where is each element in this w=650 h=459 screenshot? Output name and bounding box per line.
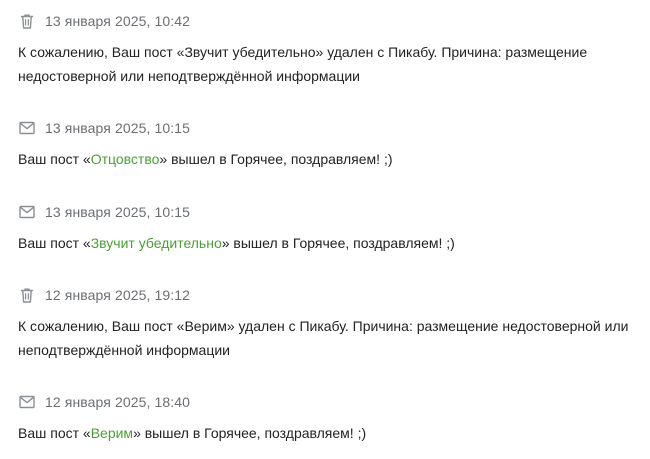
notification-header: 13 января 2025, 10:15 xyxy=(18,201,190,223)
notification-header: 12 января 2025, 19:12 xyxy=(18,284,190,306)
trash-icon xyxy=(18,286,36,304)
notification-item: 13 января 2025, 10:15 Ваш пост «Звучит у… xyxy=(0,201,650,261)
post-link[interactable]: Верим xyxy=(91,425,133,441)
notification-text-prefix: Ваш пост « xyxy=(18,425,91,441)
post-link[interactable]: Звучит убедительно xyxy=(91,235,222,251)
notification-text-prefix: Ваш пост « xyxy=(18,151,91,167)
notification-date: 12 января 2025, 18:40 xyxy=(45,394,190,410)
notification-header: 13 января 2025, 10:42 xyxy=(18,10,190,32)
mail-icon xyxy=(18,119,36,137)
notification-text: К сожалению, Ваш пост «Верим» удален с П… xyxy=(18,318,629,358)
notifications-feed: 13 января 2025, 10:42 К сожалению, Ваш п… xyxy=(0,0,650,459)
notification-text: Ваш пост «Звучит убедительно» вышел в Го… xyxy=(18,231,633,255)
trash-icon xyxy=(18,12,36,30)
notification-text: К сожалению, Ваш пост «Звучит убедительн… xyxy=(18,44,588,84)
post-link[interactable]: Отцовство xyxy=(91,151,160,167)
mail-icon xyxy=(18,393,36,411)
notification-text: Ваш пост «Верим» вышел в Горячее, поздра… xyxy=(18,421,633,445)
notification-text: Ваш пост «Отцовство» вышел в Горячее, по… xyxy=(18,147,633,171)
notification-item: 13 января 2025, 10:42 К сожалению, Ваш п… xyxy=(0,10,650,90)
notification-item: 12 января 2025, 18:40 Ваш пост «Верим» в… xyxy=(0,391,650,451)
notification-date: 13 января 2025, 10:42 xyxy=(45,13,190,29)
notification-item: 13 января 2025, 10:15 Ваш пост «Отцовств… xyxy=(0,117,650,177)
notification-date: 13 января 2025, 10:15 xyxy=(45,120,190,136)
mail-icon xyxy=(18,203,36,221)
notification-text-prefix: Ваш пост « xyxy=(18,235,91,251)
notification-header: 13 января 2025, 10:15 xyxy=(18,117,190,139)
notification-item: 12 января 2025, 19:12 К сожалению, Ваш п… xyxy=(0,284,650,364)
notification-text-suffix: » вышел в Горячее, поздравляем! ;) xyxy=(159,151,393,167)
notification-header: 12 января 2025, 18:40 xyxy=(18,391,190,413)
notification-text-suffix: » вышел в Горячее, поздравляем! ;) xyxy=(133,425,367,441)
notification-date: 12 января 2025, 19:12 xyxy=(45,287,190,303)
notification-date: 13 января 2025, 10:15 xyxy=(45,204,190,220)
notification-text-suffix: » вышел в Горячее, поздравляем! ;) xyxy=(221,235,455,251)
